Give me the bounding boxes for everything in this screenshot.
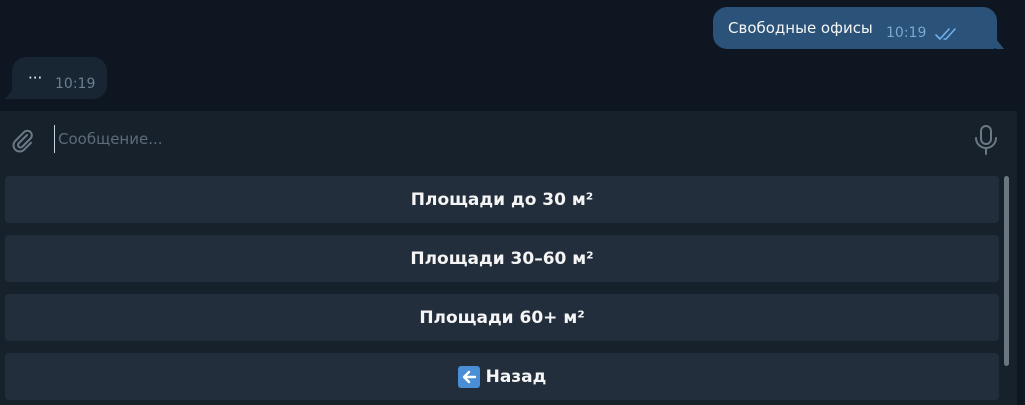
paperclip-icon[interactable] bbox=[8, 126, 36, 154]
reply-keyboard: Площади до 30 м² Площади 30–60 м² Площад… bbox=[0, 170, 1017, 405]
bubble-tail bbox=[5, 89, 13, 99]
chat-area: Свободные офисы 10:19 ··· 10:19 bbox=[0, 0, 1017, 111]
keyboard-button-60-plus[interactable]: Площади 60+ м² bbox=[5, 294, 999, 341]
keyboard-button-up-to-30[interactable]: Площади до 30 м² bbox=[5, 176, 999, 223]
window-edge bbox=[1017, 0, 1025, 405]
keyboard-button-back[interactable]: Назад bbox=[5, 353, 999, 400]
message-input[interactable] bbox=[54, 125, 938, 153]
bubble-tail bbox=[996, 39, 1004, 49]
keyboard-scrollbar[interactable] bbox=[1004, 176, 1009, 366]
message-time: 10:19 bbox=[886, 25, 927, 41]
button-label: Площади 30–60 м² bbox=[410, 248, 594, 269]
message-text: Свободные офисы bbox=[728, 19, 873, 37]
outgoing-message[interactable]: Свободные офисы 10:19 bbox=[713, 7, 1004, 49]
message-composer bbox=[0, 111, 1017, 170]
back-arrow-icon bbox=[457, 365, 480, 388]
keyboard-button-30-60[interactable]: Площади 30–60 м² bbox=[5, 235, 999, 282]
microphone-icon[interactable] bbox=[971, 124, 1001, 156]
double-check-icon bbox=[935, 28, 956, 40]
button-label: Площади 60+ м² bbox=[419, 307, 585, 328]
button-label: Назад bbox=[485, 366, 547, 387]
incoming-message[interactable]: ··· 10:19 bbox=[5, 57, 107, 99]
button-label: Площади до 30 м² bbox=[410, 189, 594, 210]
message-text: ··· bbox=[28, 69, 43, 87]
message-time: 10:19 bbox=[55, 76, 96, 92]
